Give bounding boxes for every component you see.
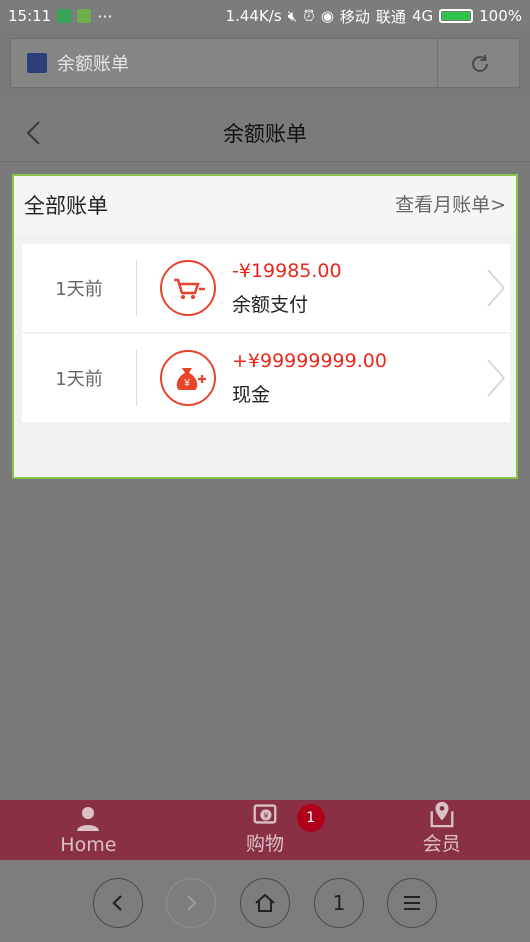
bill-time: 1天前 bbox=[55, 369, 103, 390]
browser-tabs-button[interactable]: 1 bbox=[314, 878, 364, 928]
system-nav: 1 bbox=[0, 860, 530, 942]
panel-title: 全部账单 bbox=[24, 194, 108, 218]
nav-member[interactable]: 会员 bbox=[353, 800, 530, 860]
page-header: 余额账单 bbox=[0, 102, 530, 162]
nav-shopping[interactable]: ¥ 购物 1 bbox=[177, 800, 354, 860]
chevron-right-icon bbox=[487, 269, 506, 307]
network-speed: 1.44K/s bbox=[225, 7, 282, 25]
bottom-nav: Home ¥ 购物 1 会员 bbox=[0, 800, 530, 860]
status-time: 15:11 bbox=[8, 7, 52, 25]
home-icon bbox=[255, 893, 275, 912]
panel-header: 全部账单 查看月账单> bbox=[14, 176, 516, 234]
divider bbox=[136, 260, 137, 316]
bill-desc: 现金 bbox=[232, 384, 271, 406]
favicon-icon bbox=[27, 53, 47, 73]
more-icon: ··· bbox=[97, 6, 113, 26]
cart-minus-icon bbox=[160, 260, 216, 316]
bill-desc: 余额支付 bbox=[232, 294, 309, 316]
bill-item[interactable]: 1天前 -¥19985.00 余额支付 bbox=[22, 244, 510, 332]
bill-list: 1天前 -¥19985.00 余额支付 1天前 ¥ +¥99999999.00 … bbox=[22, 244, 510, 424]
browser-back-button[interactable] bbox=[93, 878, 143, 928]
sim-icon bbox=[77, 9, 92, 23]
bill-time: 1天前 bbox=[55, 279, 103, 300]
page-title: 余额账单 bbox=[223, 122, 307, 146]
divider bbox=[136, 350, 137, 406]
browser-forward-button[interactable] bbox=[166, 878, 216, 928]
cart-icon: ¥ bbox=[253, 804, 277, 824]
carrier-1: 移动 bbox=[339, 7, 370, 26]
money-bag-plus-icon: ¥ bbox=[160, 350, 216, 406]
nav-home[interactable]: Home bbox=[0, 800, 177, 860]
refresh-icon[interactable] bbox=[469, 53, 491, 75]
nav-home-label: Home bbox=[60, 834, 117, 856]
svg-text:¥: ¥ bbox=[263, 811, 269, 821]
forward-icon bbox=[187, 895, 197, 911]
nav-shopping-label: 购物 bbox=[246, 833, 285, 855]
monthly-bill-link[interactable]: 查看月账单> bbox=[395, 190, 506, 217]
chevron-right-icon bbox=[487, 359, 506, 397]
wifi-icon: ◉ bbox=[320, 7, 334, 25]
battery-level: 100% bbox=[479, 7, 522, 25]
menu-icon bbox=[404, 896, 420, 910]
browser-toolbar: 余额账单 bbox=[0, 32, 530, 102]
address-bar[interactable]: 余额账单 bbox=[10, 38, 520, 88]
browser-home-button[interactable] bbox=[240, 878, 290, 928]
map-pin-icon bbox=[430, 801, 454, 828]
cart-badge: 1 bbox=[296, 804, 325, 832]
back-icon bbox=[112, 895, 122, 911]
bill-item[interactable]: 1天前 ¥ +¥99999999.00 现金 bbox=[22, 334, 510, 422]
mute-icon: 🔇︎ bbox=[287, 7, 298, 25]
address-divider bbox=[437, 39, 438, 87]
address-title: 余额账单 bbox=[57, 54, 129, 75]
shield-icon bbox=[57, 9, 72, 23]
tabs-count: 1 bbox=[332, 891, 346, 915]
person-icon bbox=[77, 807, 100, 831]
status-bar: 15:11 ··· 1.44K/s 🔇︎ ⏰︎ ◉ 移动 联通 4G 100% bbox=[0, 0, 530, 32]
alarm-icon: ⏰︎ bbox=[303, 7, 315, 25]
network-type: 4G bbox=[411, 7, 434, 25]
nav-member-label: 会员 bbox=[422, 833, 461, 855]
bill-amount: +¥99999999.00 bbox=[232, 350, 387, 372]
battery-icon bbox=[439, 9, 474, 23]
bill-amount: -¥19985.00 bbox=[232, 260, 342, 282]
browser-menu-button[interactable] bbox=[387, 878, 437, 928]
svg-text:¥: ¥ bbox=[183, 378, 190, 389]
bill-panel: 全部账单 查看月账单> 1天前 -¥19985.00 余额支付 1天前 ¥ +¥… bbox=[12, 174, 518, 479]
carrier-2: 联通 bbox=[375, 7, 406, 26]
